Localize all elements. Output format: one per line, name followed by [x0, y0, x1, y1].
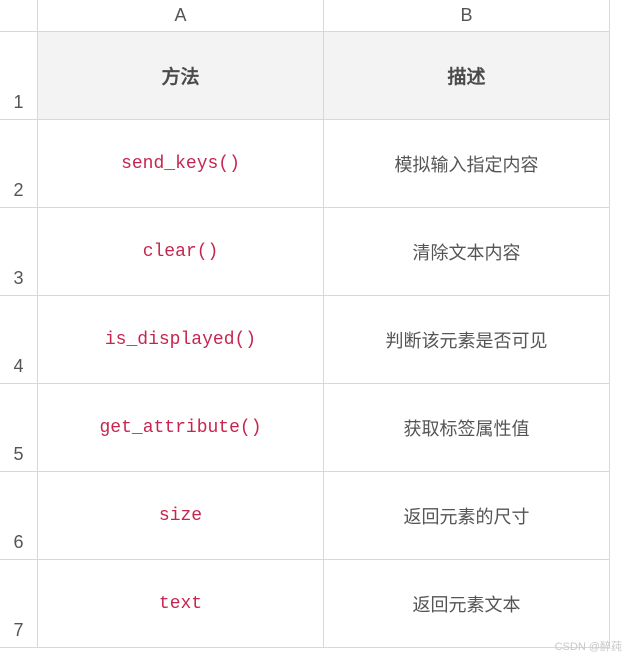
table-cell-description[interactable]: 判断该元素是否可见	[324, 296, 610, 384]
column-header-b[interactable]: B	[324, 0, 610, 32]
row-header-7[interactable]: 7	[0, 560, 38, 648]
table-cell-method[interactable]: send_keys()	[38, 120, 324, 208]
table-cell-description[interactable]: 返回元素的尺寸	[324, 472, 610, 560]
table-cell-description[interactable]: 获取标签属性值	[324, 384, 610, 472]
row-header-2[interactable]: 2	[0, 120, 38, 208]
row-header-1[interactable]: 1	[0, 32, 38, 120]
table-cell-method[interactable]: size	[38, 472, 324, 560]
table-header-description[interactable]: 描述	[324, 32, 610, 120]
table-cell-description[interactable]: 模拟输入指定内容	[324, 120, 610, 208]
table-cell-method[interactable]: is_displayed()	[38, 296, 324, 384]
corner-cell[interactable]	[0, 0, 38, 32]
table-cell-description[interactable]: 返回元素文本	[324, 560, 610, 648]
watermark: CSDN @醉莼	[555, 638, 622, 654]
table-header-method[interactable]: 方法	[38, 32, 324, 120]
row-header-4[interactable]: 4	[0, 296, 38, 384]
spreadsheet-grid: A B 1 方法 描述 2 send_keys() 模拟输入指定内容 3 cle…	[0, 0, 632, 648]
column-header-a[interactable]: A	[38, 0, 324, 32]
row-header-6[interactable]: 6	[0, 472, 38, 560]
table-cell-description[interactable]: 清除文本内容	[324, 208, 610, 296]
table-cell-method[interactable]: clear()	[38, 208, 324, 296]
table-cell-method[interactable]: get_attribute()	[38, 384, 324, 472]
row-header-5[interactable]: 5	[0, 384, 38, 472]
table-cell-method[interactable]: text	[38, 560, 324, 648]
row-header-3[interactable]: 3	[0, 208, 38, 296]
